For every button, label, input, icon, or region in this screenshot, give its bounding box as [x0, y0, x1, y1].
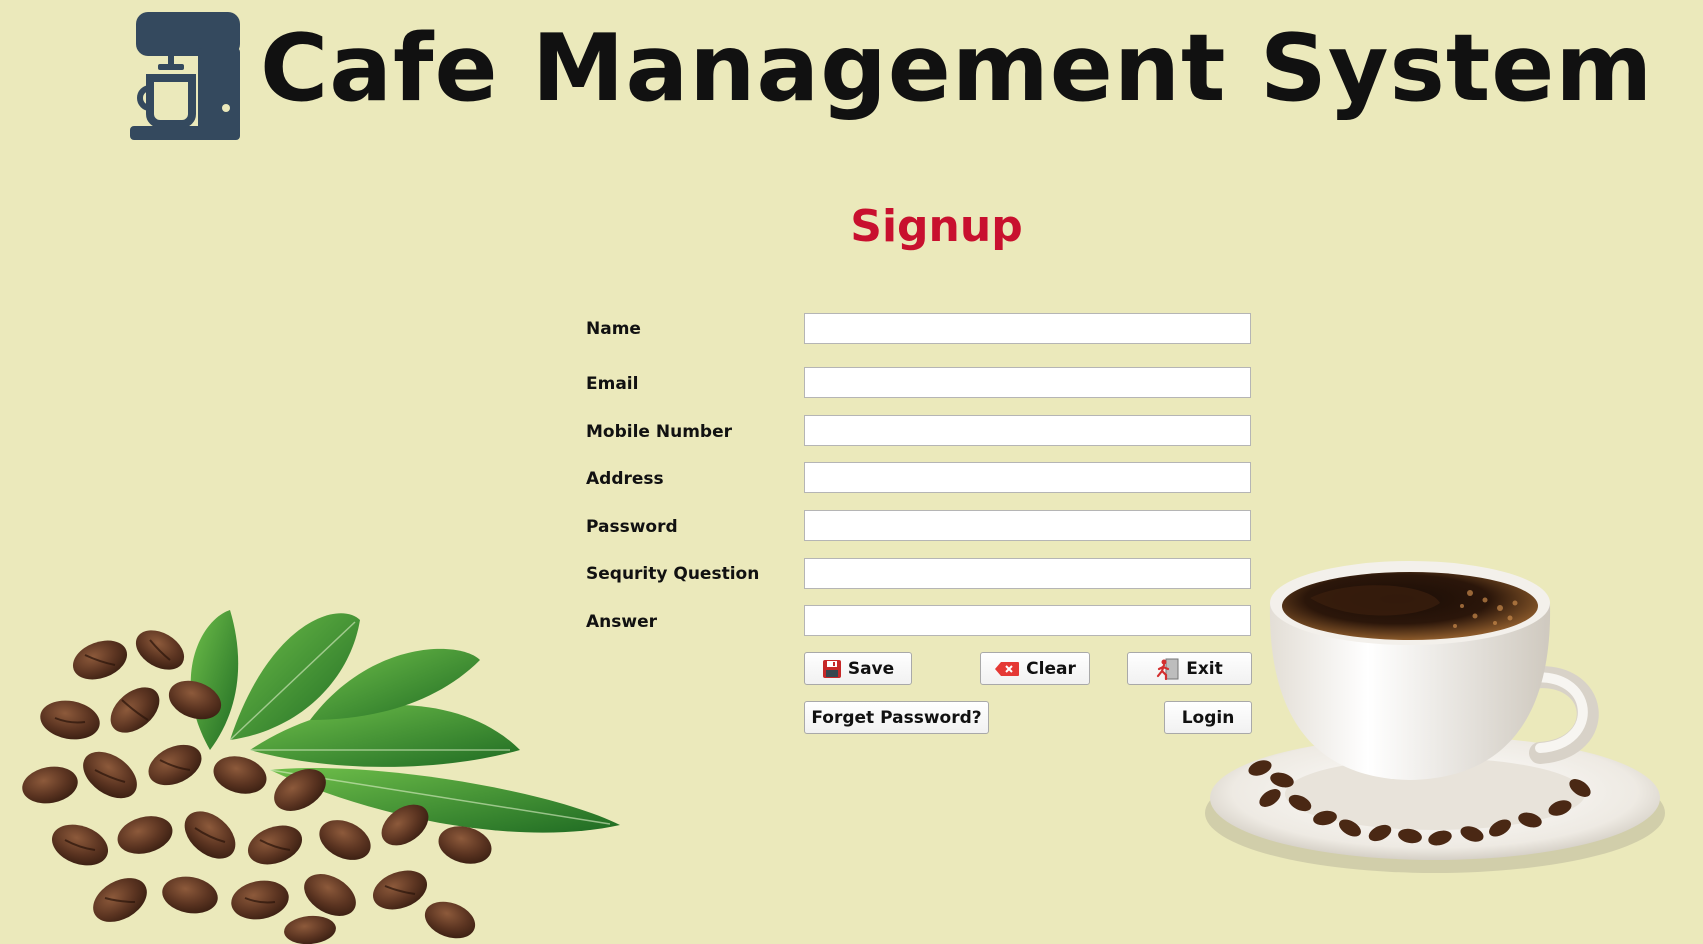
signup-title: Signup	[850, 201, 1023, 252]
email-field[interactable]	[804, 367, 1251, 398]
coffee-beans-illustration	[22, 610, 620, 944]
app-header: Cafe Management System	[128, 8, 1653, 140]
save-button-label: Save	[847, 658, 895, 679]
forget-password-button-label: Forget Password?	[811, 707, 982, 728]
email-label: Email	[586, 374, 639, 394]
save-button[interactable]: Save	[804, 652, 912, 685]
name-field[interactable]	[804, 313, 1251, 344]
password-label: Password	[586, 517, 678, 537]
mobile-number-label: Mobile Number	[586, 422, 732, 442]
erase-icon	[995, 661, 1020, 676]
coffee-machine-icon	[130, 12, 240, 140]
coffee-cup-illustration	[1205, 561, 1665, 873]
exit-door-icon	[1157, 658, 1179, 680]
mobile-number-field[interactable]	[804, 415, 1251, 446]
floppy-disk-icon	[822, 659, 841, 678]
app-title: Cafe Management System	[260, 13, 1654, 122]
answer-field[interactable]	[804, 605, 1251, 636]
security-question-label: Sequrity Question	[586, 564, 760, 584]
clear-button[interactable]: Clear	[980, 652, 1090, 685]
address-field[interactable]	[804, 462, 1251, 493]
name-label: Name	[586, 319, 641, 339]
address-label: Address	[586, 469, 664, 489]
forget-password-button[interactable]: Forget Password?	[804, 701, 989, 734]
password-field[interactable]	[804, 510, 1251, 541]
security-question-field[interactable]	[804, 558, 1251, 589]
clear-button-label: Clear	[1026, 658, 1076, 679]
